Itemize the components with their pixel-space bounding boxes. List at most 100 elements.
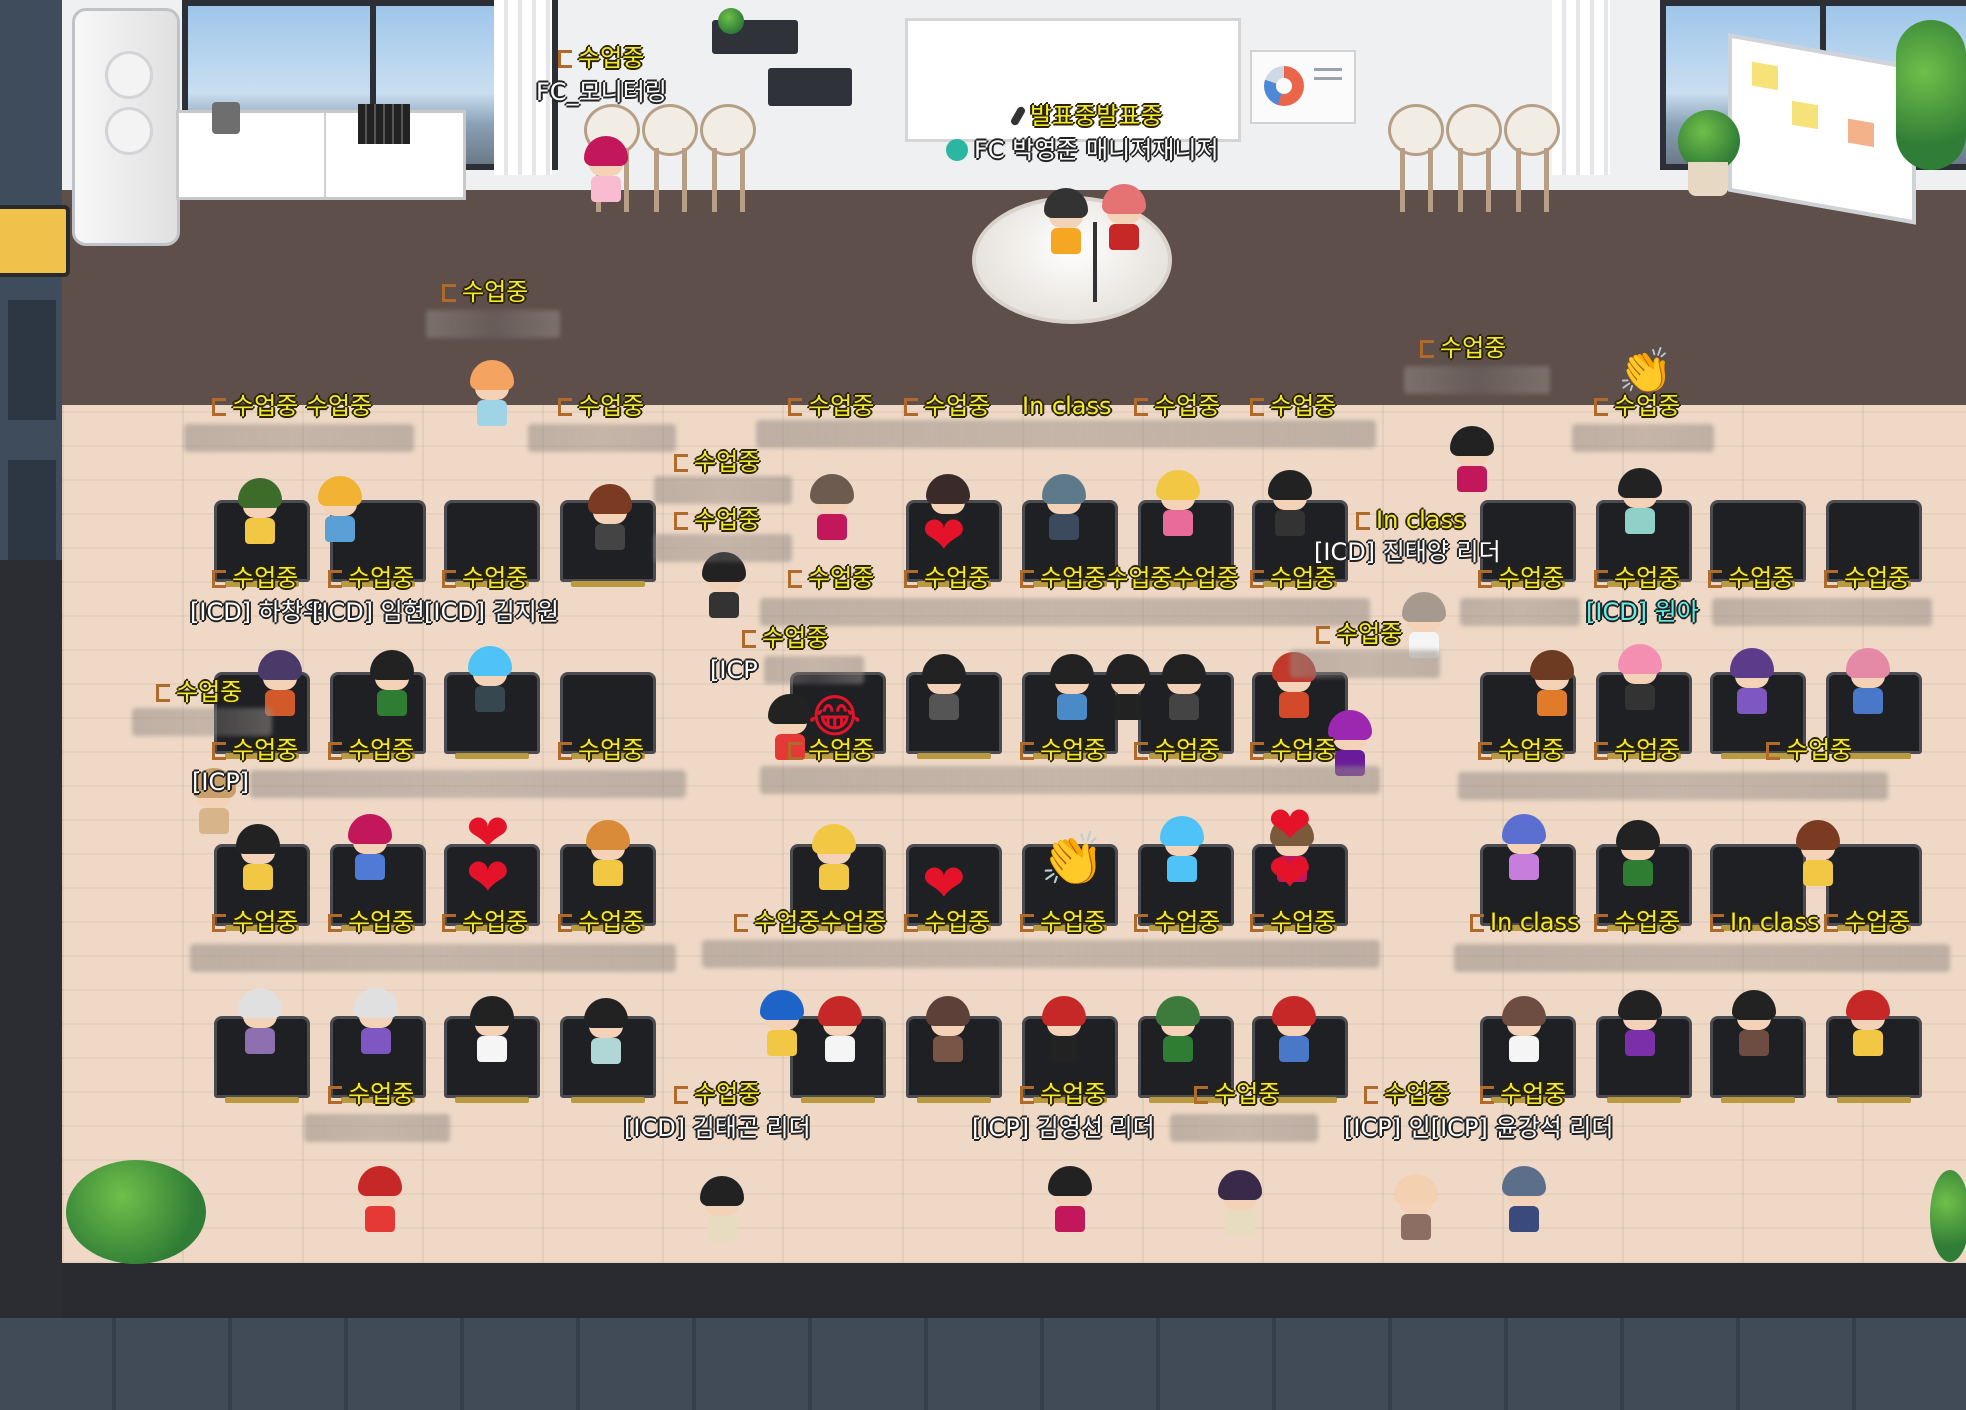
left-wall [0,560,62,1410]
avatar[interactable] [368,650,416,720]
name-tag: [ICD] 임현 [312,598,425,626]
avatar[interactable] [920,654,968,724]
avatar[interactable] [468,360,516,430]
avatar[interactable] [1158,816,1206,886]
avatar[interactable] [1500,814,1548,884]
avatar[interactable] [1104,654,1152,724]
avatar[interactable] [582,136,630,206]
avatar[interactable] [1616,990,1664,1060]
status-label: 수업중 [1020,908,1106,936]
avatar[interactable] [236,988,284,1058]
avatar[interactable] [582,998,630,1068]
plant-small-icon [718,8,744,34]
avatar[interactable] [1266,470,1314,540]
avatar[interactable] [1794,820,1842,890]
avatar[interactable] [1154,996,1202,1066]
avatar[interactable] [1728,648,1776,718]
avatar[interactable] [1040,996,1088,1066]
avatar[interactable] [352,988,400,1058]
clap-emoji: 👏 [1618,346,1673,397]
stool[interactable] [1446,104,1502,212]
avatar[interactable] [584,820,632,890]
avatar[interactable] [586,484,634,554]
avatar[interactable] [1048,654,1096,724]
blurred-name-tag [1454,944,1950,972]
avatar[interactable] [1614,820,1662,890]
avatar[interactable] [1528,650,1576,720]
status-label: 수업중 [1134,736,1220,764]
avatar[interactable] [234,824,282,894]
avatar[interactable] [1616,468,1664,538]
avatar[interactable] [1040,474,1088,544]
clap-emoji: 👏 [1040,830,1105,890]
avatar[interactable] [356,1166,404,1236]
fridge-object[interactable] [72,8,180,246]
status-label: 수업중 [1594,908,1680,936]
status-label: 수업중 [212,736,298,764]
status-label: 수업중 [212,908,298,936]
stool[interactable] [1388,104,1444,212]
blurred-name-tag [1572,424,1714,452]
avatar[interactable] [808,474,856,544]
avatar[interactable] [468,996,516,1066]
stool[interactable] [1504,104,1560,212]
status-label: 수업중 [1708,564,1794,592]
chair-icon [1420,340,1434,358]
blurred-name-tag [190,944,676,972]
status-label: 수업중 [1194,1080,1280,1108]
blurred-name-tag [426,310,560,338]
chart-board-object[interactable] [1250,50,1356,124]
avatar[interactable] [1100,184,1148,254]
avatar[interactable] [1270,996,1318,1066]
heart-emoji: ❤ [922,506,966,566]
name-tag: [ICP] 인[ICP] 윤강석 리더 [1344,1114,1614,1142]
avatar[interactable] [466,646,514,716]
status-label: 수업중 [558,736,644,764]
bottom-wall [62,1263,1966,1318]
blurred-name-tag [528,424,676,452]
stool[interactable] [642,104,698,212]
avatar[interactable] [816,996,864,1066]
avatar[interactable] [236,478,284,548]
blurred-name-tag [304,1114,450,1142]
avatar[interactable] [1500,1166,1548,1236]
blurred-name-tag [1712,598,1932,626]
presenting-label: 발표중발표중 [1009,102,1162,130]
floor-plant-left-icon [66,1160,206,1264]
status-label: 수업중 [1824,564,1910,592]
memo-board-object[interactable] [1728,33,1916,225]
avatar[interactable] [1042,188,1090,258]
avatar[interactable] [924,996,972,1066]
avatar[interactable] [1844,990,1892,1060]
status-label: 수업중 [442,908,528,936]
avatar[interactable] [1730,990,1778,1060]
avatar[interactable] [700,552,748,622]
avatar[interactable] [1160,654,1208,724]
avatar[interactable] [1844,648,1892,718]
name-tag: [ICD] 하창우 [190,598,325,626]
avatar[interactable] [758,990,806,1060]
avatar[interactable] [810,824,858,894]
status-label: 수업중수업중 [734,908,887,936]
stool[interactable] [700,104,756,212]
status-label: 수업중 [674,448,760,476]
avatar[interactable] [698,1176,746,1246]
status-label: 수업중 [904,392,990,420]
heart-emoji: ❤ [1268,844,1312,904]
avatar[interactable] [1154,470,1202,540]
avatar[interactable] [1616,644,1664,714]
blurred-name-tag [1458,772,1888,800]
avatar[interactable] [316,476,364,546]
side-sign-object[interactable] [0,205,70,277]
avatar[interactable] [1392,1174,1440,1244]
avatar[interactable] [1216,1170,1264,1240]
avatar[interactable] [1046,1166,1094,1236]
status-label: 수업중 [442,278,528,306]
status-label: 수업중 [788,564,874,592]
wall-shelf-mid [768,68,852,106]
status-label: 수업중 [1134,392,1220,420]
avatar[interactable] [346,814,394,884]
avatar[interactable] [1448,426,1496,496]
status-label: 수업중 [904,564,990,592]
avatar[interactable] [1500,996,1548,1066]
